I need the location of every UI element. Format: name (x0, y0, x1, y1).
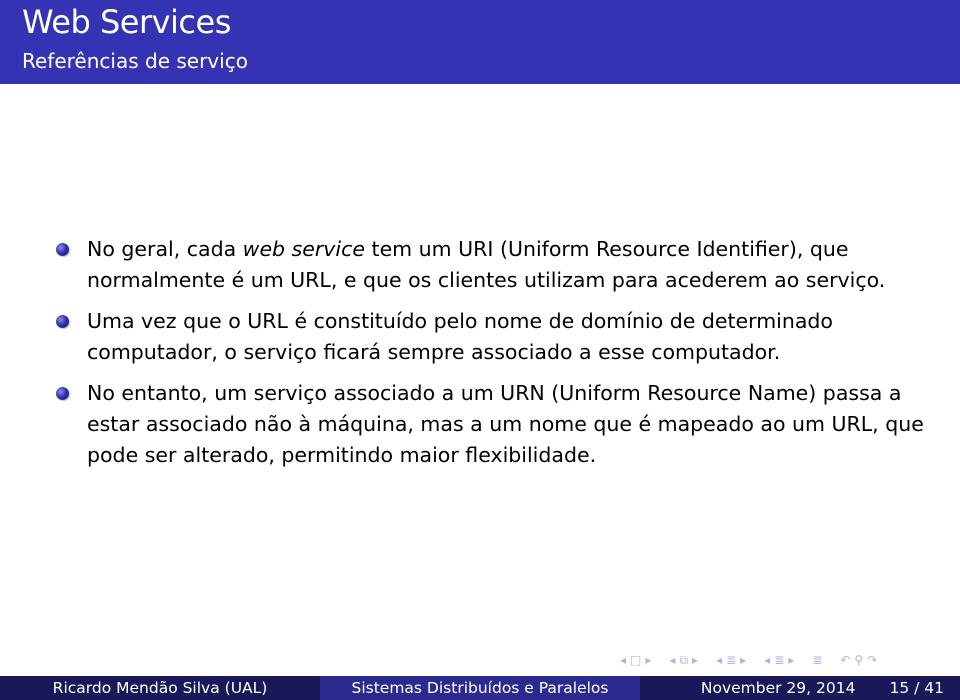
search-icon[interactable]: ⚲ (854, 653, 863, 667)
frame-icon[interactable]: □ (630, 653, 641, 667)
bullet-list: No geral, cada web service tem um URI (U… (56, 234, 936, 481)
section-icon[interactable]: ≣ (726, 653, 736, 667)
slide-title: Web Services (22, 3, 231, 41)
footer-info: November 29, 2014 15 / 41 (640, 676, 960, 700)
prev-subsection-icon[interactable]: ◂ (669, 653, 675, 667)
next-frame-icon[interactable]: ▸ (645, 653, 651, 667)
slide-footer: Ricardo Mendão Silva (UAL) Sistemas Dist… (0, 676, 960, 700)
slide-subtitle: Referências de serviço (22, 49, 248, 73)
bullet-text: No entanto, um serviço associado a um UR… (87, 381, 924, 467)
slide-header: Web Services Referências de serviço (0, 0, 960, 84)
toc-icon[interactable]: ≣ (812, 653, 822, 667)
prev-section-icon[interactable]: ◂ (716, 653, 722, 667)
bullet-icon (56, 243, 69, 256)
footer-page-number: 15 / 41 (889, 679, 944, 697)
navigation-bar: ◂ □ ▸ ◂ ⧉ ▸ ◂ ≣ ▸ ◂ ≣ ▸ ≣ ↶ ⚲ ↷ (620, 650, 877, 670)
bullet-item: Uma vez que o URL é constituído pelo nom… (56, 306, 936, 368)
prev-frame-icon[interactable]: ◂ (620, 653, 626, 667)
footer-date: November 29, 2014 (700, 679, 856, 697)
next-subsection-icon[interactable]: ▸ (692, 653, 698, 667)
bullet-text: No geral, cada web service tem um URI (U… (87, 237, 886, 292)
bullet-text: Uma vez que o URL é constituído pelo nom… (87, 309, 833, 364)
back-icon[interactable]: ↶ (840, 653, 850, 667)
subsection-icon[interactable]: ⧉ (679, 653, 688, 668)
next-document-icon[interactable]: ▸ (788, 653, 794, 667)
bullet-icon (56, 315, 69, 328)
bullet-item: No geral, cada web service tem um URI (U… (56, 234, 936, 296)
bullet-item: No entanto, um serviço associado a um UR… (56, 378, 936, 471)
next-section-icon[interactable]: ▸ (740, 653, 746, 667)
footer-course: Sistemas Distribuídos e Paralelos (320, 676, 640, 700)
prev-document-icon[interactable]: ◂ (764, 653, 770, 667)
document-icon[interactable]: ≣ (774, 653, 784, 667)
bullet-icon (56, 387, 69, 400)
footer-author: Ricardo Mendão Silva (UAL) (0, 676, 320, 700)
forward-icon[interactable]: ↷ (867, 653, 877, 667)
emphasis: web service (242, 237, 366, 261)
